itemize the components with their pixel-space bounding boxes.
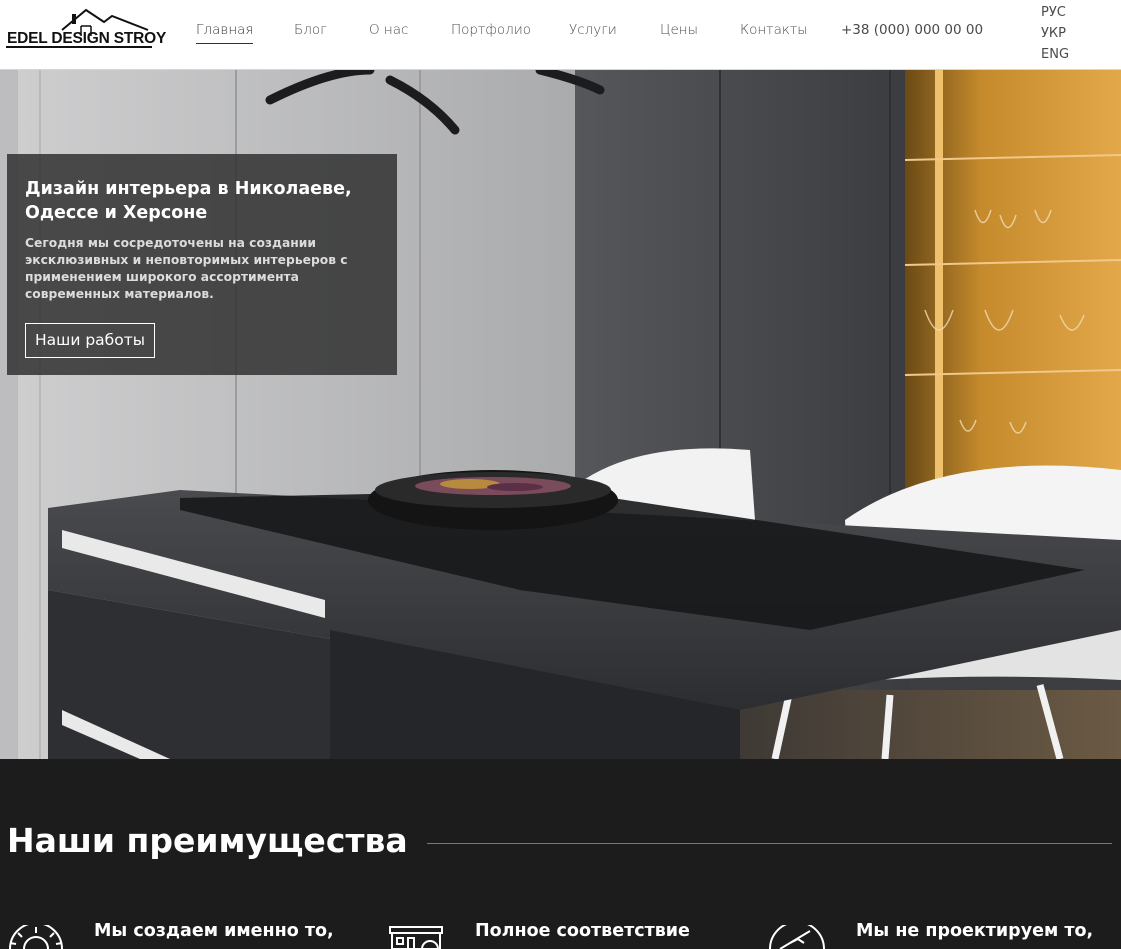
logo[interactable]: EDEL DESIGN STROY — [6, 6, 166, 50]
nav-item-home[interactable]: Главная — [196, 22, 254, 44]
nav-item-about[interactable]: О нас — [369, 22, 408, 38]
our-works-button[interactable]: Наши работы — [25, 323, 155, 358]
gear-icon — [9, 925, 63, 949]
advantage-item-2-title: Полное соответствие — [475, 921, 690, 941]
advantages-divider — [427, 843, 1112, 844]
hero-info-card: Дизайн интерьера в Николаеве, Одессе и Х… — [7, 154, 397, 375]
hero-description: Сегодня мы сосредоточены на создании экс… — [25, 236, 348, 301]
advantages-section: Наши преимущества Мы создаем именно то, … — [0, 759, 1121, 949]
lang-ru[interactable]: РУС — [1041, 2, 1069, 23]
lang-uk[interactable]: УКР — [1041, 23, 1069, 44]
building-icon — [389, 926, 443, 949]
advantage-item-3-title: Мы не проектируем то, — [856, 921, 1094, 941]
advantages-title: Наши преимущества — [7, 821, 408, 860]
advantage-item-1-title: Мы создаем именно то, — [94, 921, 334, 941]
language-switcher: РУС УКР ENG — [1041, 2, 1069, 65]
nav-item-portfolio[interactable]: Портфолио — [451, 22, 531, 38]
nav-item-blog[interactable]: Блог — [294, 22, 327, 38]
nav-item-prices[interactable]: Цены — [660, 22, 698, 38]
site-header: EDEL DESIGN STROY Главная Блог О нас Пор… — [0, 0, 1121, 70]
lang-en[interactable]: ENG — [1041, 44, 1069, 65]
nav-item-services[interactable]: Услуги — [569, 22, 617, 38]
hero-section: Дизайн интерьера в Николаеве, Одессе и Х… — [0, 70, 1121, 759]
logo-underline — [6, 46, 152, 48]
nav-item-contacts[interactable]: Контакты — [740, 22, 808, 38]
hero-title: Дизайн интерьера в Николаеве, Одессе и Х… — [25, 179, 352, 223]
phone-link[interactable]: +38 (000) 000 00 00 — [841, 22, 983, 38]
forbidden-icon — [769, 925, 825, 949]
